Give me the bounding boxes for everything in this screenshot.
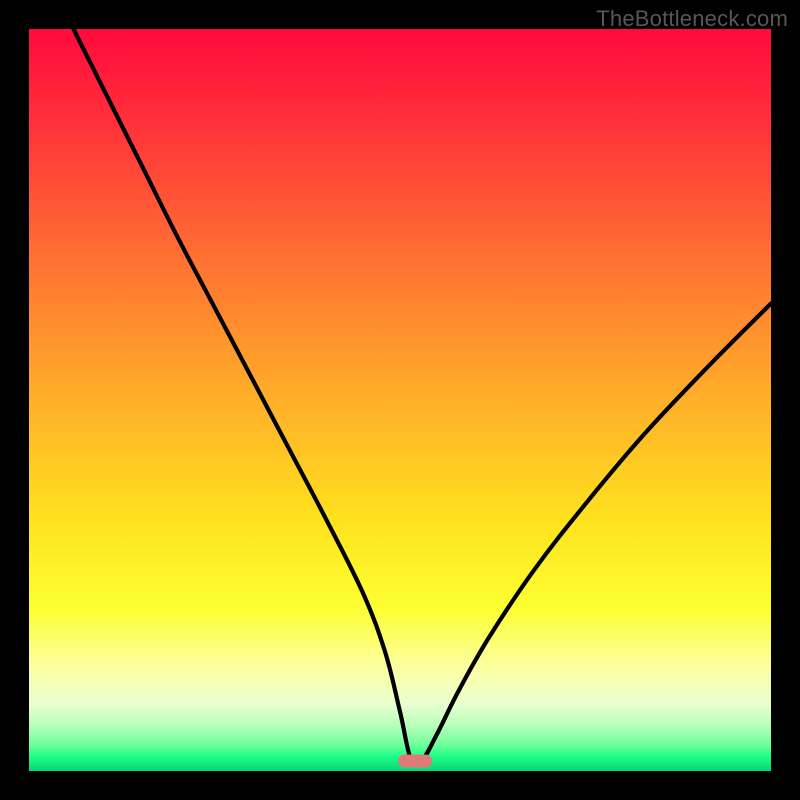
watermark-text: TheBottleneck.com [596,6,788,32]
plot-area [29,29,771,771]
chart-frame: TheBottleneck.com [0,0,800,800]
bottleneck-curve [29,29,771,771]
optimal-point-marker [398,754,432,767]
